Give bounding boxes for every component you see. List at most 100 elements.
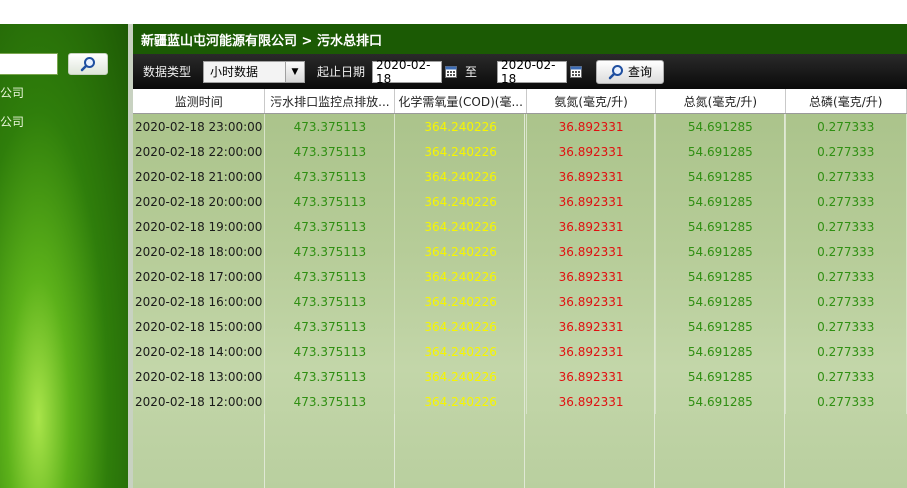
cell-time: 2020-02-18 18:00:00	[133, 239, 266, 264]
table-row[interactable]: 2020-02-18 12:00:00 473.375113 364.240226 3…	[133, 389, 907, 414]
cell-flow: 473.375113	[264, 113, 396, 139]
column-header-ammonia[interactable]: 氨氮(毫克/升)	[526, 89, 657, 114]
cell-ammonia: 36.892331	[526, 264, 657, 289]
cell-flow: 473.375113	[264, 239, 396, 264]
cell-total-nitrogen: 54.691285	[655, 364, 786, 389]
tree-item[interactable]: 公司	[0, 113, 24, 130]
cell-cod: 364.240226	[394, 164, 527, 189]
table-row[interactable]: 2020-02-18 15:00:00 473.375113 364.240226 3…	[133, 314, 907, 339]
cell-flow: 473.375113	[264, 339, 396, 364]
cell-time: 2020-02-18 19:00:00	[133, 214, 266, 239]
calendar-icon[interactable]	[445, 65, 458, 78]
cell-time: 2020-02-18 16:00:00	[133, 289, 266, 314]
column-header-cod[interactable]: 化学需氧量(COD)(毫...	[394, 89, 527, 114]
tree-item[interactable]: 公司	[0, 84, 24, 101]
cell-ammonia: 36.892331	[526, 164, 657, 189]
cell-ammonia: 36.892331	[526, 339, 657, 364]
cell-time: 2020-02-18 13:00:00	[133, 364, 266, 389]
date-range-label: 起止日期	[317, 65, 366, 79]
cell-cod: 364.240226	[394, 189, 527, 214]
cell-total-phosphorus: 0.277333	[785, 364, 907, 389]
cell-flow: 473.375113	[264, 189, 396, 214]
table-header-row: 监测时间 污水排口监控点排放... 化学需氧量(COD)(毫... 氨氮(毫克/…	[133, 89, 907, 114]
column-header-flow[interactable]: 污水排口监控点排放...	[264, 89, 396, 114]
cell-flow: 473.375113	[264, 139, 396, 164]
cell-cod: 364.240226	[394, 289, 527, 314]
cell-total-phosphorus: 0.277333	[785, 189, 907, 214]
cell-time: 2020-02-18 23:00:00	[133, 113, 266, 139]
toolbar: 数据类型 小时数据 ▼ 起止日期 2020-02-18 至 2020-02-18…	[133, 54, 907, 89]
column-header-total-phosphorus[interactable]: 总磷(毫克/升)	[785, 89, 907, 114]
cell-total-nitrogen: 54.691285	[655, 289, 786, 314]
table-row[interactable]: 2020-02-18 17:00:00 473.375113 364.240226 3…	[133, 264, 907, 289]
table-row[interactable]: 2020-02-18 13:00:00 473.375113 364.240226 3…	[133, 364, 907, 389]
cell-total-nitrogen: 54.691285	[655, 239, 786, 264]
table-row[interactable]: 2020-02-18 14:00:00 473.375113 364.240226 3…	[133, 339, 907, 364]
cell-cod: 364.240226	[394, 264, 527, 289]
cell-cod: 364.240226	[394, 314, 527, 339]
search-icon	[80, 57, 95, 72]
cell-ammonia: 36.892331	[526, 139, 657, 164]
cell-flow: 473.375113	[264, 289, 396, 314]
cell-flow: 473.375113	[264, 314, 396, 339]
calendar-icon[interactable]	[570, 65, 583, 78]
cell-total-nitrogen: 54.691285	[655, 314, 786, 339]
cell-time: 2020-02-18 15:00:00	[133, 314, 266, 339]
cell-flow: 473.375113	[264, 264, 396, 289]
cell-total-nitrogen: 54.691285	[655, 113, 786, 139]
cell-flow: 473.375113	[264, 214, 396, 239]
tree-item-label: 公司	[0, 86, 25, 100]
table-row[interactable]: 2020-02-18 19:00:00 473.375113 364.240226 3…	[133, 214, 907, 239]
cell-total-phosphorus: 0.277333	[785, 264, 907, 289]
cell-total-phosphorus: 0.277333	[785, 113, 907, 139]
tree-item-label: 公司	[0, 115, 25, 129]
table-row[interactable]: 2020-02-18 18:00:00 473.375113 364.240226 3…	[133, 239, 907, 264]
cell-cod: 364.240226	[394, 214, 527, 239]
cell-flow: 473.375113	[264, 389, 396, 414]
cell-total-nitrogen: 54.691285	[655, 189, 786, 214]
cell-ammonia: 36.892331	[526, 189, 657, 214]
table-row[interactable]: 2020-02-18 22:00:00 473.375113 364.240226 3…	[133, 139, 907, 164]
column-header-total-nitrogen[interactable]: 总氮(毫克/升)	[655, 89, 786, 114]
table-row[interactable]: 2020-02-18 16:00:00 473.375113 364.240226 3…	[133, 289, 907, 314]
chevron-down-icon[interactable]: ▼	[285, 61, 305, 82]
column-header-time[interactable]: 监测时间	[133, 89, 266, 114]
start-date-value: 2020-02-18	[376, 57, 431, 86]
cell-total-nitrogen: 54.691285	[655, 264, 786, 289]
cell-flow: 473.375113	[264, 164, 396, 189]
cell-time: 2020-02-18 20:00:00	[133, 189, 266, 214]
cell-total-nitrogen: 54.691285	[655, 339, 786, 364]
table-row[interactable]: 2020-02-18 20:00:00 473.375113 364.240226 3…	[133, 189, 907, 214]
to-label: 至	[465, 65, 478, 79]
cell-cod: 364.240226	[394, 339, 527, 364]
cell-ammonia: 36.892331	[526, 113, 657, 139]
cell-time: 2020-02-18 14:00:00	[133, 339, 266, 364]
cell-cod: 364.240226	[394, 239, 527, 264]
cell-cod: 364.240226	[394, 113, 527, 139]
cell-total-phosphorus: 0.277333	[785, 164, 907, 189]
query-button[interactable]: 查询	[596, 59, 665, 84]
cell-total-nitrogen: 54.691285	[655, 139, 786, 164]
table-row[interactable]: 2020-02-18 23:00:00 473.375113 364.240226 3…	[133, 113, 907, 139]
cell-time: 2020-02-18 22:00:00	[133, 139, 266, 164]
cell-total-nitrogen: 54.691285	[655, 214, 786, 239]
data-type-select[interactable]: 小时数据 ▼	[203, 60, 306, 83]
table-row[interactable]: 2020-02-18 21:00:00 473.375113 364.240226 3…	[133, 164, 907, 189]
search-button[interactable]	[68, 53, 108, 75]
data-type-label: 数据类型	[143, 65, 192, 79]
cell-ammonia: 36.892331	[526, 389, 657, 414]
query-label: 查询	[628, 65, 653, 79]
cell-total-phosphorus: 0.277333	[785, 214, 907, 239]
cell-ammonia: 36.892331	[526, 289, 657, 314]
data-type-value: 小时数据	[210, 65, 259, 79]
data-table-area: 监测时间 污水排口监控点排放... 化学需氧量(COD)(毫... 氨氮(毫克/…	[133, 89, 907, 488]
cell-total-phosphorus: 0.277333	[785, 289, 907, 314]
end-date-input[interactable]: 2020-02-18	[497, 57, 568, 86]
cell-total-phosphorus: 0.277333	[785, 314, 907, 339]
cell-ammonia: 36.892331	[526, 214, 657, 239]
cell-flow: 473.375113	[264, 364, 396, 389]
search-input[interactable]	[0, 53, 58, 75]
end-date-value: 2020-02-18	[501, 57, 556, 86]
start-date-input[interactable]: 2020-02-18	[372, 57, 443, 86]
cell-total-nitrogen: 54.691285	[655, 164, 786, 189]
